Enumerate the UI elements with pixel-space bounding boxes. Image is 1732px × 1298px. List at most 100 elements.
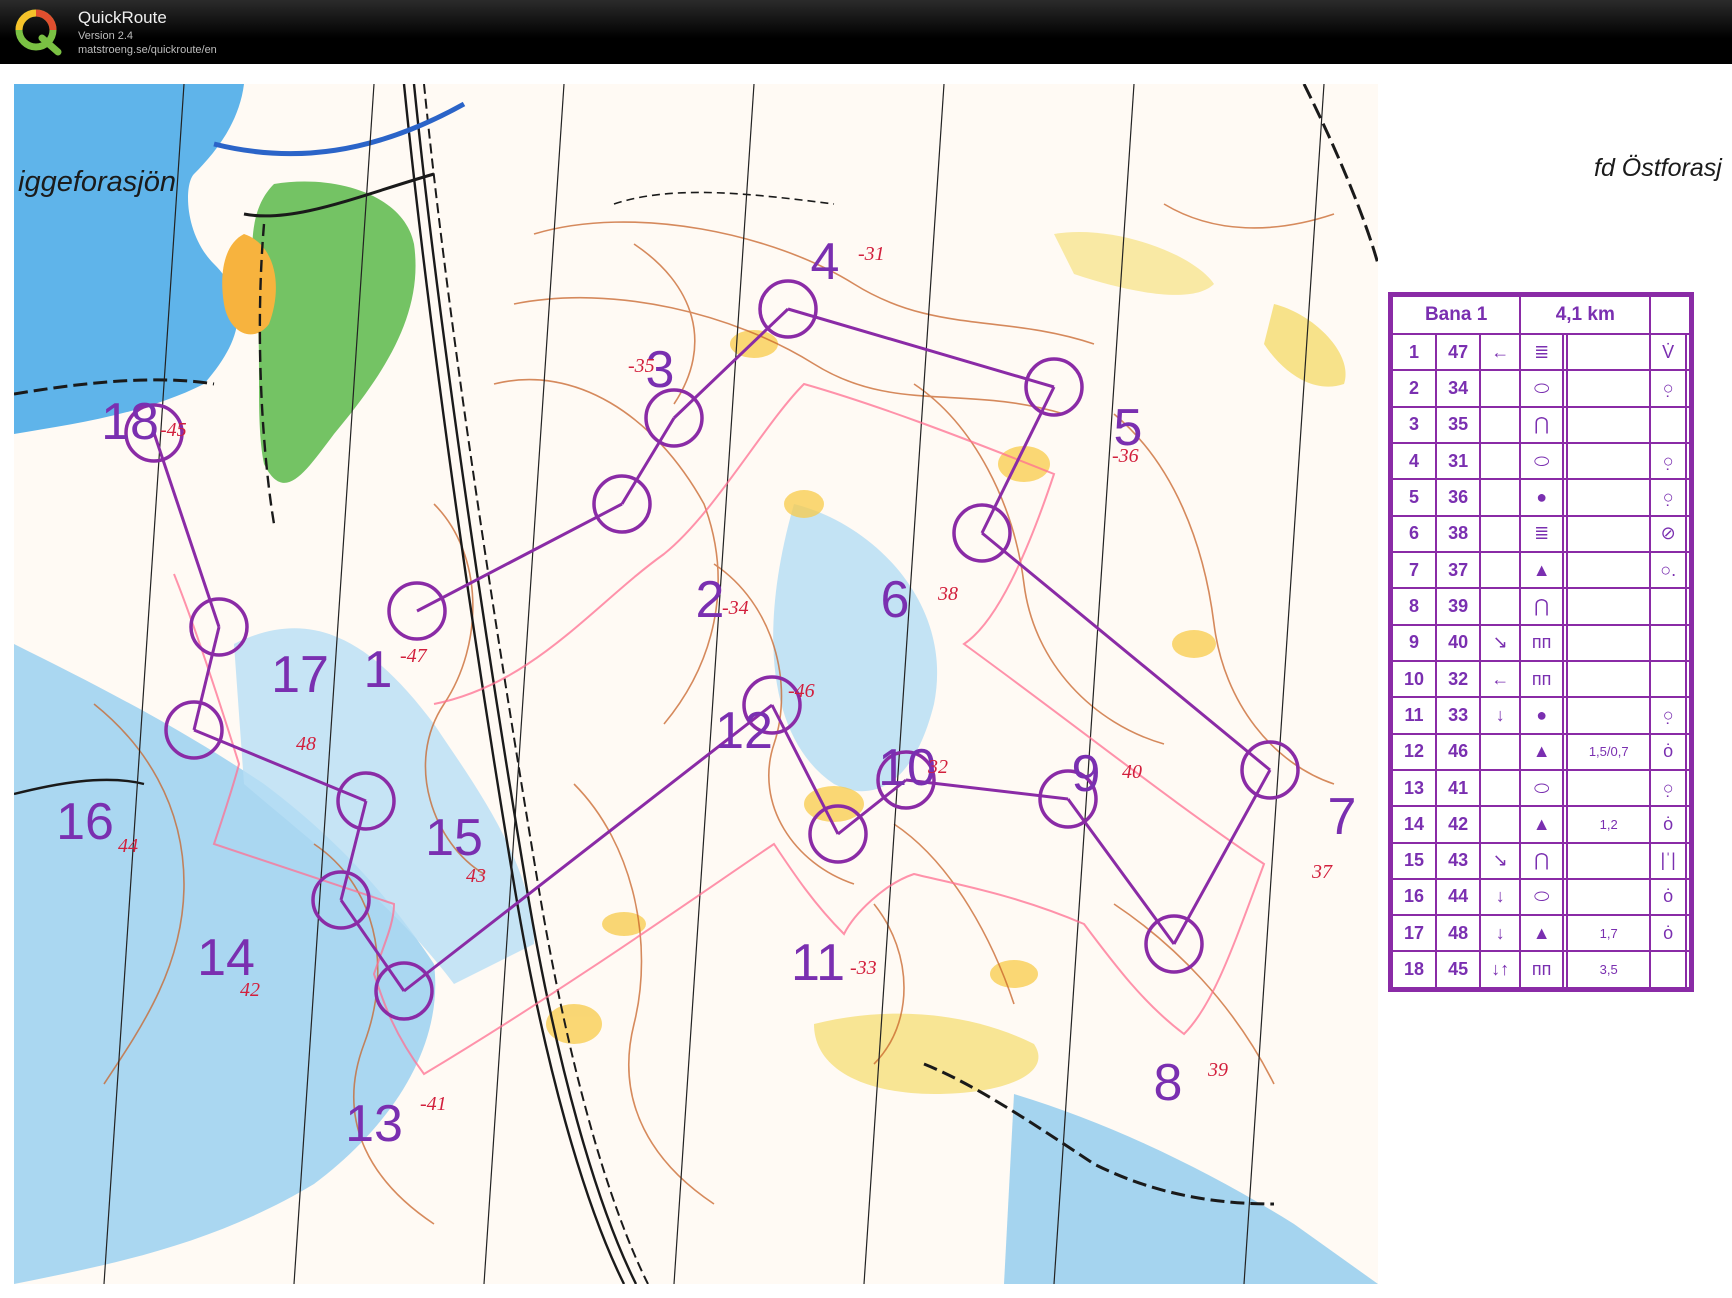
direction-symbol — [1479, 550, 1522, 590]
control-code-note-2: -34 — [722, 597, 749, 619]
feature-symbol: ● — [1519, 478, 1565, 517]
header-empty-cell — [1649, 295, 1691, 335]
feature-symbol: ⋂ — [1519, 587, 1565, 626]
app-url[interactable]: matstroeng.se/quickroute/en — [78, 44, 217, 56]
location-symbol: ○̣ — [1649, 768, 1687, 808]
direction-symbol — [1479, 768, 1522, 808]
direction-symbol: ← — [1479, 659, 1522, 699]
feature-symbol: ▲ — [1519, 914, 1565, 953]
control-seq: 10 — [1390, 659, 1438, 699]
other-cell — [1684, 732, 1692, 771]
location-symbol — [1649, 587, 1687, 626]
description-row: 15 43 ↘ ⋂ |ˈ| — [1390, 841, 1692, 880]
control-number-7: 7 — [1327, 788, 1357, 846]
feature-symbol: ⬭ — [1519, 369, 1565, 408]
control-number-9: 9 — [1071, 745, 1101, 803]
location-symbol — [1649, 623, 1687, 662]
control-number-2: 2 — [695, 571, 725, 629]
dimension: 3,5 — [1566, 950, 1652, 989]
other-cell — [1684, 914, 1692, 953]
control-number-1: 1 — [363, 641, 393, 699]
feature-symbol: ● — [1519, 696, 1565, 735]
other-cell — [1684, 514, 1692, 553]
description-row: 9 40 ↘ ᴨᴨ — [1390, 623, 1692, 662]
direction-symbol: ↘ — [1479, 841, 1522, 880]
feature-symbol: ▲ — [1519, 732, 1565, 771]
direction-symbol — [1479, 587, 1522, 626]
other-cell — [1684, 369, 1692, 408]
location-symbol: ○̣ — [1649, 369, 1687, 408]
control-seq: 16 — [1390, 877, 1438, 917]
control-number-11: 11 — [791, 934, 845, 992]
location-symbol — [1649, 950, 1687, 989]
description-table: Bana 1 4,1 km 1 47 ← ≣ V̇ 2 34 ⬭ ○̣ 3 35 ⋂ 4 31 ⬭ ○̣ 5 36… — [1390, 295, 1692, 989]
app-version: Version 2.4 — [78, 30, 134, 42]
other-cell — [1684, 696, 1692, 735]
control-seq: 11 — [1390, 696, 1438, 735]
other-cell — [1684, 550, 1692, 590]
dimension — [1566, 623, 1652, 662]
description-row: 3 35 ⋂ — [1390, 405, 1692, 444]
lake-name-label: iggeforasjön — [18, 166, 176, 198]
control-number-13: 13 — [345, 1095, 403, 1153]
control-code-note-16: 44 — [118, 835, 138, 857]
control-number-12: 12 — [715, 702, 773, 760]
control-seq: 7 — [1390, 550, 1438, 590]
control-code: 46 — [1435, 732, 1482, 771]
control-code: 31 — [1435, 441, 1482, 481]
direction-symbol — [1479, 805, 1522, 844]
description-header-row: Bana 1 4,1 km — [1390, 295, 1691, 335]
control-code-note-3: -35 — [628, 355, 655, 377]
location-symbol — [1649, 405, 1687, 444]
control-number-14: 14 — [197, 929, 255, 987]
title-bar: QuickRoute Version 2.4 matstroeng.se/qui… — [0, 0, 1732, 64]
dimension — [1566, 514, 1652, 553]
control-code: 41 — [1435, 768, 1482, 808]
dimension — [1566, 405, 1652, 444]
place-name-label: fd Östforasj — [1594, 154, 1722, 182]
location-symbol: ○. — [1649, 550, 1687, 590]
dimension — [1566, 587, 1652, 626]
location-symbol: ○̣ — [1649, 441, 1687, 481]
description-row: 11 33 ↓ ● ○̣ — [1390, 696, 1692, 735]
feature-symbol: ⬭ — [1519, 441, 1565, 481]
control-number-18: 18 — [101, 393, 159, 451]
control-number-15: 15 — [425, 809, 483, 867]
dimension — [1566, 441, 1652, 481]
location-symbol: ○̣ — [1649, 696, 1687, 735]
control-code: 48 — [1435, 914, 1482, 953]
other-cell — [1684, 659, 1692, 699]
feature-symbol: ≣ — [1519, 332, 1565, 372]
location-symbol: |ˈ| — [1649, 841, 1687, 880]
dimension — [1566, 696, 1652, 735]
direction-symbol: ↘ — [1479, 623, 1522, 662]
feature-symbol: ᴨᴨ — [1519, 950, 1565, 989]
dimension: 1,5/0,7 — [1566, 732, 1652, 771]
description-row: 4 31 ⬭ ○̣ — [1390, 441, 1692, 481]
control-number-8: 8 — [1153, 1054, 1183, 1112]
dimension — [1566, 332, 1652, 372]
control-code: 47 — [1435, 332, 1482, 372]
description-row: 2 34 ⬭ ○̣ — [1390, 369, 1692, 408]
control-code: 35 — [1435, 405, 1482, 444]
description-row: 7 37 ▲ ○. — [1390, 550, 1692, 590]
control-seq: 1 — [1390, 332, 1438, 372]
other-cell — [1684, 405, 1692, 444]
control-code: 33 — [1435, 696, 1482, 735]
control-seq: 4 — [1390, 441, 1438, 481]
control-code-note-9: 40 — [1122, 761, 1142, 783]
direction-symbol: ↓↑ — [1479, 950, 1522, 989]
control-seq: 8 — [1390, 587, 1438, 626]
control-code-note-7: 37 — [1312, 861, 1332, 883]
feature-symbol: ▲ — [1519, 805, 1565, 844]
direction-symbol — [1479, 441, 1522, 481]
control-code-note-6: 38 — [938, 583, 958, 605]
other-cell — [1684, 441, 1692, 481]
feature-symbol: ⋂ — [1519, 405, 1565, 444]
description-row: 14 42 ▲ 1,2 ȯ — [1390, 805, 1692, 844]
description-row: 18 45 ↓↑ ᴨᴨ 3,5 — [1390, 950, 1692, 989]
feature-symbol: ⬭ — [1519, 877, 1565, 917]
description-row: 5 36 ● ○̣ — [1390, 478, 1692, 517]
other-cell — [1684, 478, 1692, 517]
control-seq: 5 — [1390, 478, 1438, 517]
